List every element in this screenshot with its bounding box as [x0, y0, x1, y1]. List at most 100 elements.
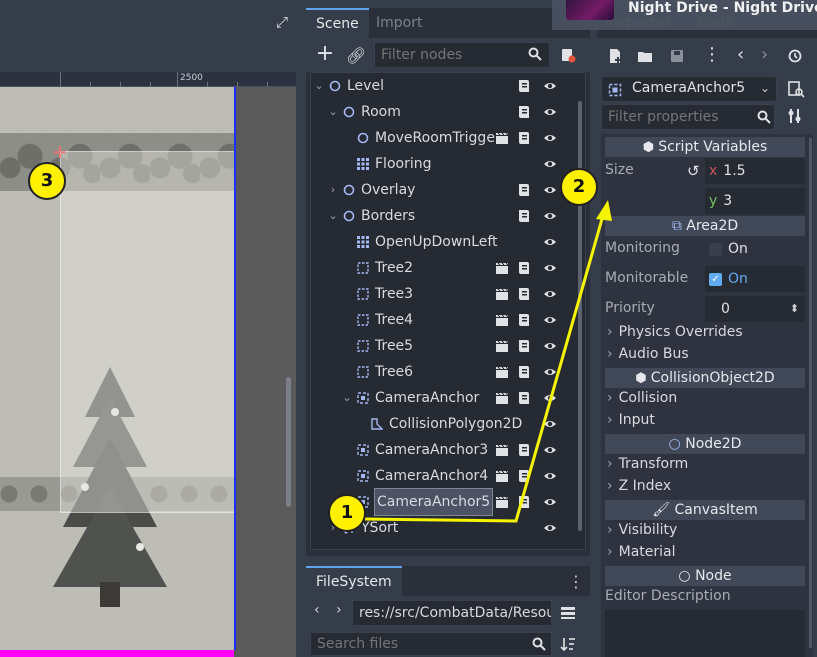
save-icon[interactable] — [669, 48, 685, 64]
monitoring-checkbox[interactable]: On — [705, 236, 805, 262]
visibility-eye-icon[interactable] — [543, 287, 557, 301]
script-icon[interactable] — [517, 105, 531, 119]
scene-tree-item[interactable]: Flooring — [311, 151, 577, 177]
group-z-index[interactable]: › Z Index — [607, 478, 671, 494]
tools-icon[interactable] — [787, 108, 803, 124]
scene-instance-icon[interactable] — [495, 287, 509, 301]
scene-tree-item[interactable]: › Overlay — [311, 177, 577, 203]
add-node-button[interactable]: + — [314, 43, 336, 65]
dock-menu-icon[interactable]: ⋮ — [568, 572, 584, 591]
script-icon[interactable] — [517, 443, 531, 457]
history-icon[interactable] — [787, 48, 803, 64]
chevron-down-icon[interactable]: ⌄ — [341, 385, 353, 411]
section-node2d[interactable]: ○ Node2D — [605, 434, 805, 454]
script-icon[interactable] — [517, 79, 531, 93]
scene-instance-icon[interactable] — [495, 131, 509, 145]
script-icon[interactable] — [517, 209, 531, 223]
size-y-field[interactable]: y3 — [705, 188, 805, 214]
scene-instance-icon[interactable] — [495, 469, 509, 483]
group-visibility[interactable]: › Visibility — [607, 522, 677, 538]
tab-scene[interactable]: Scene — [306, 8, 369, 38]
script-icon[interactable] — [517, 313, 531, 327]
visibility-eye-icon[interactable] — [543, 261, 557, 275]
tab-import[interactable]: Import — [366, 8, 432, 38]
scene-instance-icon[interactable] — [495, 391, 509, 405]
group-collision[interactable]: › Collision — [607, 390, 677, 406]
scene-instance-icon[interactable] — [495, 339, 509, 353]
visibility-eye-icon[interactable] — [543, 235, 557, 249]
script-icon[interactable] — [517, 391, 531, 405]
selected-node-dropdown[interactable]: CameraAnchor5 ⌄ — [601, 76, 777, 102]
visibility-eye-icon[interactable] — [543, 157, 557, 171]
scene-tree-item[interactable]: Tree6 — [311, 359, 577, 385]
section-script-variables[interactable]: ⬢ Script Variables — [605, 137, 805, 157]
new-resource-icon[interactable] — [607, 48, 623, 64]
tab-filesystem[interactable]: FileSystem — [306, 566, 402, 596]
scene-tree-item[interactable]: CameraAnchor3 — [311, 437, 577, 463]
script-icon[interactable] — [517, 131, 531, 145]
scene-tree-item[interactable]: MoveRoomTrigge — [311, 125, 577, 151]
visibility-eye-icon[interactable] — [543, 521, 557, 535]
filesystem-path[interactable]: res://src/CombatData/Resou — [352, 600, 552, 626]
script-icon[interactable] — [517, 365, 531, 379]
scene-instance-icon[interactable] — [495, 261, 509, 275]
scene-tree-item[interactable]: ⌄ Room — [311, 99, 577, 125]
instance-scene-icon[interactable]: 🔗︎ — [346, 46, 366, 65]
list-view-icon[interactable] — [560, 605, 576, 621]
scene-tree-item[interactable]: ⌄ Level — [311, 73, 577, 99]
more-options-icon[interactable]: ⋮ — [703, 44, 721, 65]
history-back-icon[interactable]: ‹ — [737, 44, 753, 65]
filter-properties-input[interactable] — [601, 104, 775, 130]
scene-tree-item[interactable]: CollisionPolygon2D — [311, 411, 577, 437]
visibility-eye-icon[interactable] — [543, 443, 557, 457]
chevron-down-icon[interactable]: ⌄ — [313, 73, 325, 99]
scene-tree-item[interactable]: Tree3 — [311, 281, 577, 307]
script-icon[interactable] — [517, 469, 531, 483]
open-folder-icon[interactable] — [637, 48, 653, 64]
filter-nodes-input[interactable] — [374, 42, 550, 68]
script-icon[interactable] — [517, 287, 531, 301]
spin-arrows-icon[interactable]: ⬍ — [790, 296, 799, 322]
visibility-eye-icon[interactable] — [543, 209, 557, 223]
scene-tree-item[interactable]: ⌄ CameraAnchor — [311, 385, 577, 411]
visibility-eye-icon[interactable] — [543, 79, 557, 93]
open-documentation-icon[interactable] — [787, 80, 805, 98]
visibility-eye-icon[interactable] — [543, 391, 557, 405]
script-icon[interactable] — [517, 183, 531, 197]
editor-description-field[interactable] — [605, 610, 805, 657]
visibility-eye-icon[interactable] — [543, 339, 557, 353]
visibility-eye-icon[interactable] — [543, 469, 557, 483]
group-audio-bus[interactable]: › Audio Bus — [607, 346, 689, 362]
viewport-scrollbar[interactable] — [286, 377, 291, 507]
monitorable-checkbox[interactable]: ✓ On — [705, 266, 805, 292]
section-collision-object2d[interactable]: ⬢ CollisionObject2D — [605, 368, 805, 388]
group-physics-overrides[interactable]: › Physics Overrides — [607, 324, 743, 340]
back-icon[interactable]: ‹ — [314, 602, 320, 618]
visibility-eye-icon[interactable] — [543, 495, 557, 509]
script-icon[interactable] — [517, 261, 531, 275]
search-files-input[interactable] — [310, 632, 552, 656]
scene-instance-icon[interactable] — [495, 443, 509, 457]
scene-tree-item[interactable]: CameraAnchor4 — [311, 463, 577, 489]
group-transform[interactable]: › Transform — [607, 456, 688, 472]
script-icon[interactable] — [517, 495, 531, 509]
size-x-field[interactable]: x 1.5 — [705, 158, 805, 184]
2d-viewport[interactable]: ⤢ 2500 ✛ — [0, 0, 296, 657]
visibility-eye-icon[interactable] — [543, 313, 557, 327]
forward-icon[interactable]: › — [336, 602, 342, 618]
script-icon[interactable] — [517, 339, 531, 353]
chevron-down-icon[interactable]: ⌄ — [327, 203, 339, 229]
scene-instance-icon[interactable] — [495, 495, 509, 509]
scene-tree-item[interactable]: ⌄ Borders — [311, 203, 577, 229]
history-forward-icon[interactable]: › — [761, 44, 777, 65]
scene-tree-item[interactable]: Tree5 — [311, 333, 577, 359]
visibility-eye-icon[interactable] — [543, 183, 557, 197]
scene-instance-icon[interactable] — [495, 365, 509, 379]
priority-spinbox[interactable]: 0 ⬍ — [705, 296, 805, 322]
section-node[interactable]: ○ Node — [605, 566, 805, 586]
visibility-eye-icon[interactable] — [543, 131, 557, 145]
group-input[interactable]: › Input — [607, 412, 655, 428]
chevron-right-icon[interactable]: › — [327, 177, 339, 203]
scene-tree[interactable]: ⌄ Level ⌄ Room MoveRoomTrigge Flooring › Overla… — [310, 72, 586, 550]
chevron-down-icon[interactable]: ⌄ — [327, 99, 339, 125]
